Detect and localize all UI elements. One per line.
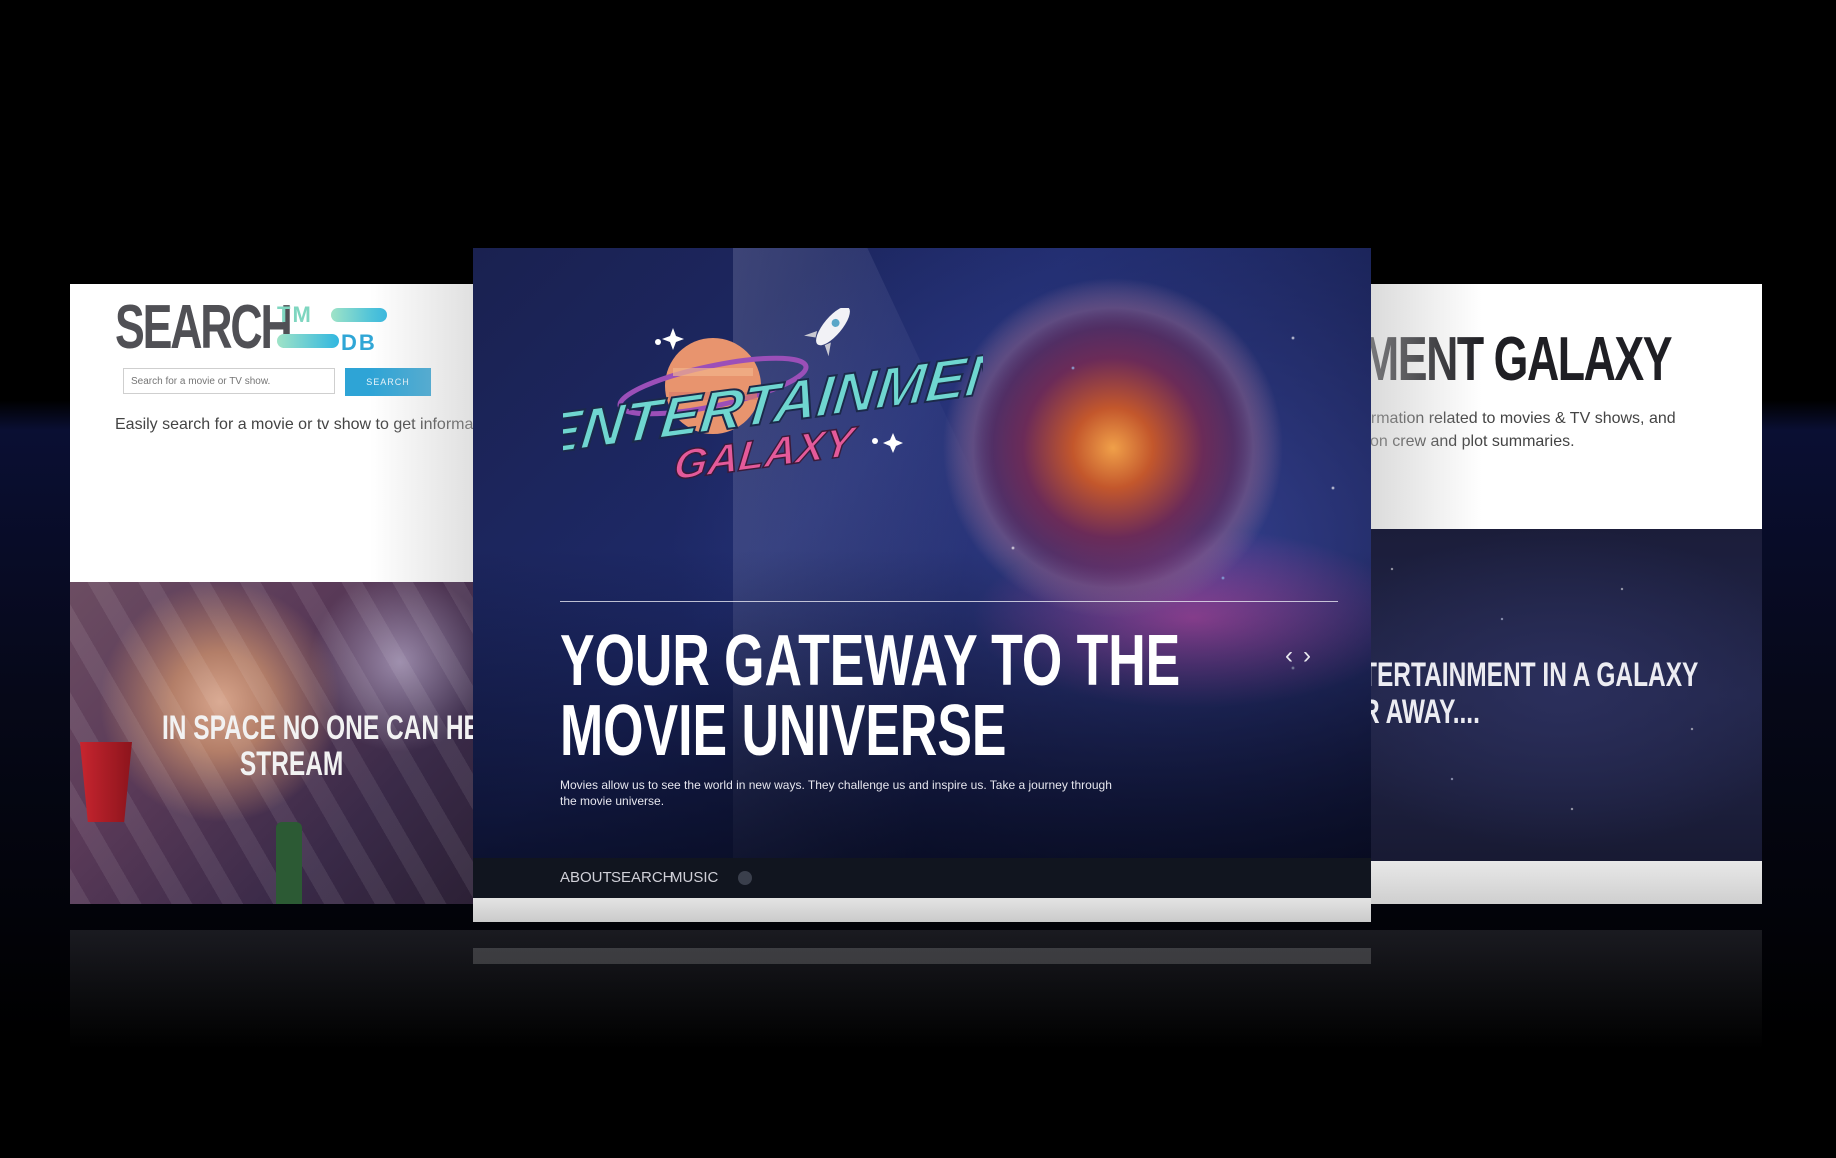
search-page-preview: SEARCH TM DB SEARCH Easily search for a … <box>70 284 500 904</box>
hero-headline: YOUR GATEWAY TO THE MOVIE UNIVERSE <box>560 621 1181 771</box>
space-banner-caption: TERTAINMENT IN A GALAXY R AWAY.... <box>1362 657 1698 731</box>
nav-about[interactable]: ABOUT <box>560 858 612 898</box>
nav-music[interactable]: MUSIC <box>670 858 718 898</box>
home-page-preview: ENTERTAINMENT GALAXY ‹› YOUR GATEWAY TO … <box>473 248 1371 922</box>
arrow-left-icon[interactable]: ‹ <box>1285 642 1303 669</box>
red-cup <box>80 742 132 822</box>
space-banner: TERTAINMENT IN A GALAXY R AWAY.... <box>1362 529 1762 861</box>
panel-footer-strip <box>473 898 1371 922</box>
headline-line: MOVIE UNIVERSE <box>560 691 1007 771</box>
headline-line: YOUR GATEWAY TO THE <box>560 621 1181 701</box>
entertainment-galaxy-logo: ENTERTAINMENT GALAXY <box>563 308 983 488</box>
showcase-stage: SEARCH TM DB SEARCH Easily search for a … <box>0 0 1836 1158</box>
about-page-preview: MENT GALAXY ormation related to movies &… <box>1362 284 1762 904</box>
space-caption-line: R AWAY.... <box>1362 693 1480 731</box>
logo-pill <box>277 334 339 348</box>
about-page-header: MENT GALAXY ormation related to movies &… <box>1362 284 1762 529</box>
hero-subtext: Movies allow us to see the world in new … <box>560 778 1112 808</box>
rocket-icon <box>804 308 850 357</box>
hero-caption-line: IN SPACE NO ONE CAN HEAR Y <box>162 709 500 747</box>
carousel-controls: ‹› <box>1285 642 1321 670</box>
hero-caption-line: STREAM <box>239 745 344 783</box>
search-input[interactable] <box>123 368 335 394</box>
reflection-strip <box>473 948 1371 964</box>
search-logo-word: SEARCH <box>115 293 293 362</box>
arrow-right-icon[interactable]: › <box>1303 642 1321 669</box>
home-hero: ENTERTAINMENT GALAXY ‹› YOUR GATEWAY TO … <box>473 248 1371 858</box>
space-caption-line: TERTAINMENT IN A GALAXY <box>1362 656 1699 694</box>
floor-reflection <box>70 930 1762 1050</box>
main-nav: ABOUT SEARCH MUSIC <box>473 858 1371 898</box>
search-hero-caption: IN SPACE NO ONE CAN HEAR Y STREAM <box>162 709 500 783</box>
bottle <box>276 822 302 904</box>
hero-divider <box>560 601 1338 602</box>
nav-search[interactable]: SEARCH <box>611 858 674 898</box>
search-page-header: SEARCH TM DB SEARCH Easily search for a … <box>70 284 500 582</box>
search-hero-image: IN SPACE NO ONE CAN HEAR Y STREAM <box>70 582 500 904</box>
panel-shade <box>1362 284 1482 529</box>
circle-icon[interactable] <box>738 871 752 885</box>
panel-footer-strip <box>1362 861 1762 904</box>
logo-tm: TM <box>277 302 313 327</box>
